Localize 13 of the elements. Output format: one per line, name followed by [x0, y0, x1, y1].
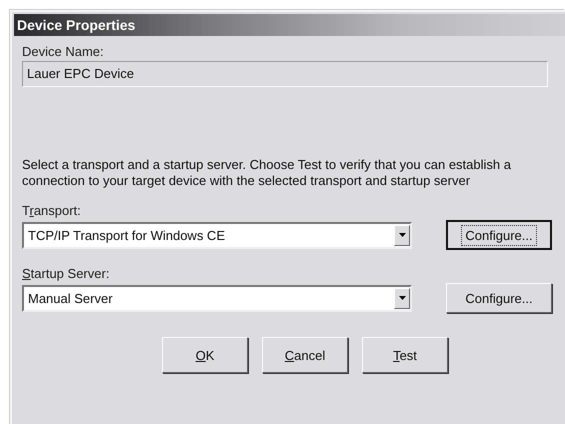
field-label: Startup Server:: [22, 266, 110, 281]
dropdown-field[interactable]: TCP/IP Transport for Windows CE: [22, 222, 412, 248]
dropdown-field[interactable]: Manual Server: [22, 284, 412, 312]
dialog-button[interactable]: Cancel: [262, 337, 348, 373]
description-text: Select a transport and a startup server. Choose Test to verify that you can establish a connection to your target device with the selected transport and startup server: [22, 157, 512, 189]
window-title: Device Properties: [17, 17, 136, 33]
dialog-button[interactable]: Test: [362, 337, 448, 373]
dialog-button[interactable]: OK: [162, 337, 248, 373]
device-name-field[interactable]: Lauer EPC Device: [22, 61, 548, 87]
configure-button[interactable]: Configure...: [446, 220, 552, 250]
field-label: Transport:: [22, 203, 81, 218]
configure-button[interactable]: Configure...: [446, 283, 552, 313]
device-name-label: Device Name:: [22, 44, 104, 59]
